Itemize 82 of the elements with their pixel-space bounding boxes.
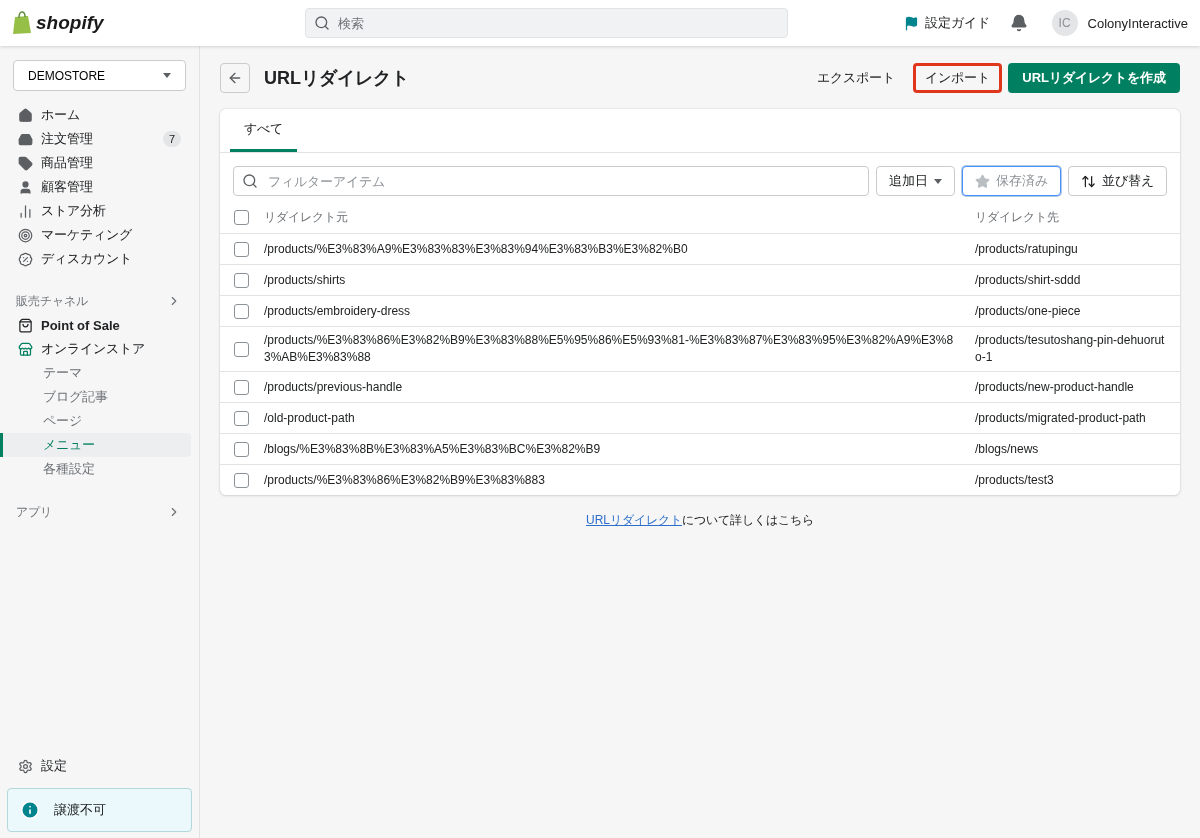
- sub-nav-item[interactable]: ページ: [0, 409, 191, 433]
- nav-item[interactable]: ストア分析: [0, 199, 199, 223]
- table-cell-text: /blogs/news: [975, 440, 1040, 458]
- back-button[interactable]: [220, 63, 250, 93]
- sub-nav-item[interactable]: 各種設定: [0, 457, 191, 481]
- tag-icon: [18, 155, 33, 171]
- table-cell-text: /products/shirts: [264, 271, 347, 289]
- table-cell-text: /products/ratupingu: [975, 240, 1079, 258]
- star-icon: [975, 173, 990, 189]
- logo-text: shopify: [36, 12, 104, 34]
- store-icon: [18, 341, 33, 357]
- table-cell-text: /products/%E3%83%86%E3%82%B9%E3%83%883: [264, 471, 546, 489]
- user-name[interactable]: ColonyInteractive: [1087, 15, 1188, 31]
- table-cell-text: /products/embroidery-dress: [264, 302, 412, 320]
- target-icon: [18, 227, 33, 243]
- nav-item[interactable]: 商品管理: [0, 151, 199, 175]
- bag-icon: [18, 317, 33, 333]
- filter-button[interactable]: 追加日: [876, 166, 955, 196]
- channel-item[interactable]: オンラインストア: [0, 337, 199, 361]
- help-text: URLリダイレクト について詳しくはこちら: [585, 512, 815, 529]
- tab[interactable]: すべて: [230, 109, 297, 152]
- create-button[interactable]: URLリダイレクトを作成: [1008, 63, 1180, 93]
- setup-guide-link[interactable]: 設定ガイド: [903, 14, 990, 32]
- section-label: 販売チャネル: [16, 292, 88, 310]
- row-checkbox[interactable]: [234, 441, 249, 457]
- row-checkbox[interactable]: [234, 241, 249, 257]
- nav-item[interactable]: ホーム: [0, 103, 199, 127]
- filter-button[interactable]: 並び替え: [1068, 166, 1167, 196]
- table-cell-text: /products/previous-handle: [264, 378, 404, 396]
- sales-channels-heading[interactable]: 販売チャネル: [0, 289, 199, 313]
- row-checkbox[interactable]: [234, 272, 249, 288]
- settings-icon: [18, 758, 33, 774]
- flag-icon: [903, 15, 919, 31]
- row-checkbox[interactable]: [234, 341, 249, 357]
- column-header: リダイレクト元: [264, 209, 349, 226]
- table-cell-text: /products/new-product-handle: [975, 378, 1135, 396]
- nav-item[interactable]: 顧客管理: [0, 175, 199, 199]
- section-label: アプリ: [16, 503, 52, 521]
- row-checkbox[interactable]: [234, 472, 249, 488]
- action-button[interactable]: インポート: [913, 63, 1003, 93]
- shopping-bag-logo-icon: [12, 11, 32, 35]
- settings-item[interactable]: 設定: [0, 754, 199, 778]
- info-icon: [20, 800, 40, 820]
- nav-item[interactable]: ディスカウント: [0, 247, 199, 271]
- column-header: リダイレクト先: [975, 209, 1060, 226]
- bell-icon[interactable]: [1009, 14, 1028, 32]
- page-title: URLリダイレクト: [264, 67, 409, 90]
- table-cell-text: /old-product-path: [264, 409, 356, 427]
- sub-nav-item[interactable]: テーマ: [0, 361, 191, 385]
- row-checkbox[interactable]: [234, 303, 249, 319]
- inbox-icon: [18, 131, 33, 147]
- sort-arrows-icon: [1081, 173, 1096, 189]
- percent-badge-icon: [18, 251, 33, 267]
- person-icon: [18, 179, 33, 195]
- nav-item[interactable]: 注文管理 7: [0, 127, 199, 151]
- table-cell-text: /products/%E3%83%A9%E3%83%83%E3%83%94%E3%83%B3%E3%82%B0: [264, 240, 689, 258]
- bar-chart-icon: [18, 203, 33, 219]
- table-cell-text: /products/shirt-sddd: [975, 271, 1082, 289]
- sub-nav-item[interactable]: ブログ記事: [0, 385, 191, 409]
- store-selector[interactable]: DEMOSTORE: [13, 60, 186, 91]
- help-link[interactable]: URLリダイレクト: [586, 513, 682, 527]
- search-icon: [242, 173, 258, 189]
- select-all-checkbox[interactable]: [234, 210, 249, 225]
- search-field[interactable]: 検索: [305, 8, 788, 38]
- nav-item[interactable]: マーケティング: [0, 223, 199, 247]
- channel-item[interactable]: Point of Sale: [0, 313, 199, 337]
- table-cell-text: /products/tesutoshang-pin-dehuoruto-1: [975, 332, 1166, 366]
- filter-field[interactable]: フィルターアイテム: [233, 166, 869, 196]
- table-cell-text: /products/one-piece: [975, 302, 1082, 320]
- table-cell-text: /products/test3: [975, 471, 1055, 489]
- row-checkbox[interactable]: [234, 410, 249, 426]
- table-cell-text: /products/migrated-product-path: [975, 409, 1147, 427]
- apps-heading[interactable]: アプリ: [0, 500, 199, 524]
- notice-text: 譲渡不可: [54, 801, 106, 819]
- house-icon: [18, 107, 33, 123]
- search-icon: [314, 15, 330, 31]
- sub-nav-item[interactable]: メニュー: [0, 433, 191, 457]
- table-cell-text: /blogs/%E3%83%8B%E3%83%A5%E3%83%BC%E3%82%B9: [264, 440, 602, 458]
- action-button[interactable]: エクスポート: [805, 63, 908, 93]
- count-badge: 7: [162, 131, 181, 147]
- table-cell-text: /products/%E3%83%86%E3%82%B9%E3%83%88%E5%95%86%E5%93%81-%E3%83%87%E3%83%95%E3%82%A9%E3%83%AB%E3%83%88: [264, 332, 955, 366]
- row-checkbox[interactable]: [234, 379, 249, 395]
